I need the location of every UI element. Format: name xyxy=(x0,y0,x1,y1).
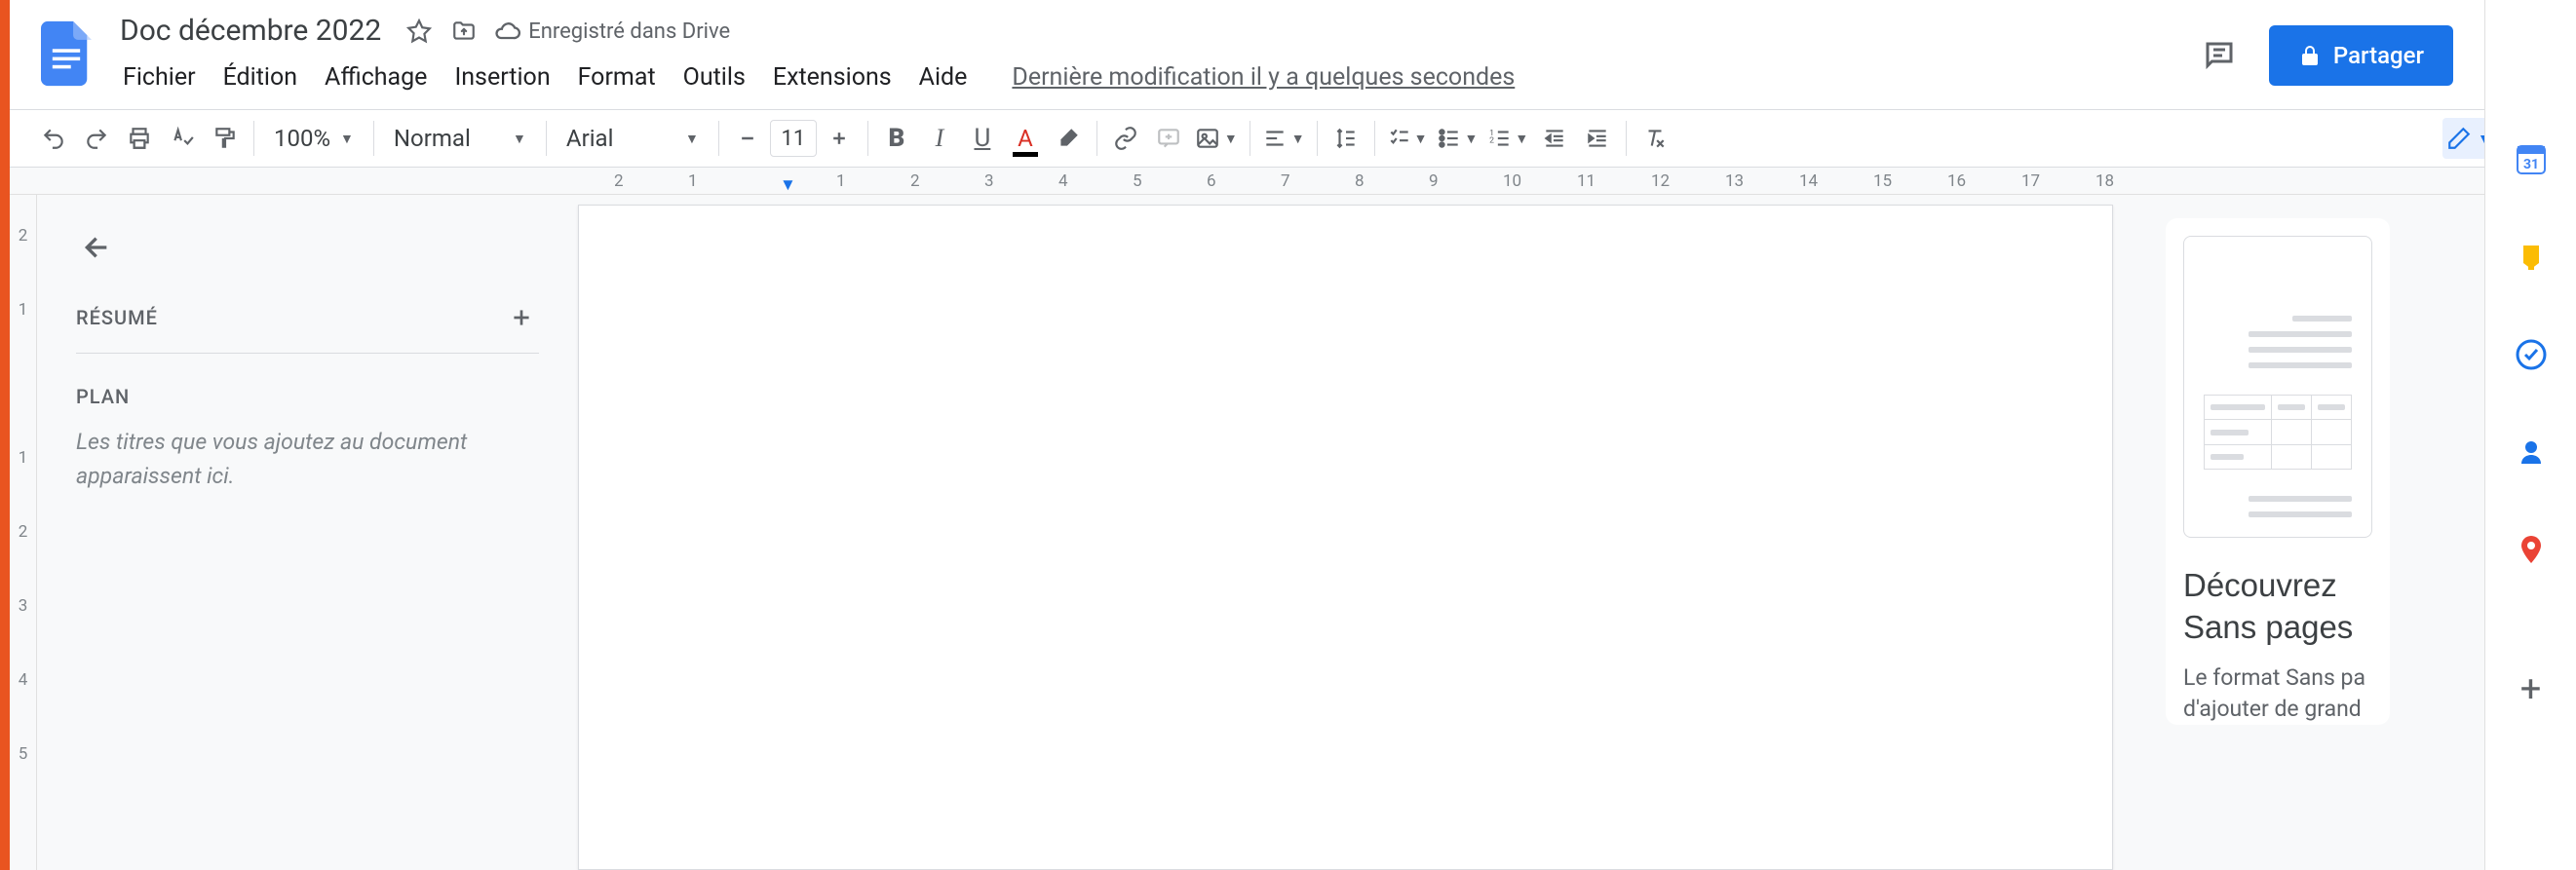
increase-indent-button[interactable] xyxy=(1577,118,1618,159)
menu-edit[interactable]: Édition xyxy=(211,57,309,97)
chevron-down-icon: ▼ xyxy=(1291,131,1305,147)
toolbar: 100%▼ Normal▼ Arial▼ B I U A ▼ ▼ ▼ ▼ 12▼ xyxy=(10,109,2576,168)
separator xyxy=(373,121,374,156)
menubar: Fichier Édition Affichage Insertion Form… xyxy=(111,53,2193,101)
separator xyxy=(1626,121,1627,156)
print-button[interactable] xyxy=(119,118,160,159)
promo-text: Le format Sans pa d'ajouter de grand xyxy=(2183,662,2372,725)
promo-illustration xyxy=(2183,236,2372,538)
chevron-down-icon: ▼ xyxy=(1515,131,1528,147)
line-spacing-button[interactable] xyxy=(1326,118,1366,159)
undo-button[interactable] xyxy=(33,118,74,159)
separator xyxy=(718,121,719,156)
outline-plan-section: PLAN Les titres que vous ajoutez au docu… xyxy=(76,385,539,493)
menu-help[interactable]: Aide xyxy=(907,57,980,97)
document-title[interactable]: Doc décembre 2022 xyxy=(111,11,390,52)
outline-close-button[interactable] xyxy=(76,226,119,269)
separator xyxy=(867,121,868,156)
horizontal-ruler[interactable]: 2 1 1 2 3 4 5 6 7 8 9 10 11 12 13 14 15 … xyxy=(10,168,2576,195)
svg-text:2: 2 xyxy=(1490,135,1495,145)
docs-home-icon[interactable] xyxy=(33,10,99,97)
add-addon-button[interactable]: + xyxy=(2510,668,2553,711)
separator xyxy=(253,121,254,156)
bulleted-list-button[interactable]: ▼ xyxy=(1433,118,1481,159)
svg-text:31: 31 xyxy=(2522,157,2538,172)
paint-format-button[interactable] xyxy=(205,118,246,159)
text-color-button[interactable]: A xyxy=(1005,118,1046,159)
font-select[interactable]: Arial▼ xyxy=(555,118,711,159)
numbered-list-button[interactable]: 12▼ xyxy=(1483,118,1532,159)
zoom-select[interactable]: 100%▼ xyxy=(262,118,365,159)
indent-marker-icon[interactable]: ▼ xyxy=(780,175,796,195)
cloud-icon xyxy=(493,18,520,45)
share-button[interactable]: Partager xyxy=(2269,25,2453,86)
chevron-down-icon: ▼ xyxy=(513,131,526,147)
plan-title: PLAN xyxy=(76,385,539,408)
comment-history-icon[interactable] xyxy=(2193,29,2246,82)
checklist-button[interactable]: ▼ xyxy=(1383,118,1432,159)
menu-format[interactable]: Format xyxy=(566,57,668,97)
font-size-control xyxy=(727,118,860,159)
outline-summary-section: RÉSUMÉ xyxy=(76,300,539,354)
font-size-increase[interactable] xyxy=(819,118,860,159)
add-summary-button[interactable] xyxy=(504,300,539,335)
insert-comment-button[interactable] xyxy=(1148,118,1189,159)
chevron-down-icon: ▼ xyxy=(1224,131,1238,147)
menu-insert[interactable]: Insertion xyxy=(442,57,561,97)
pageless-promo-card[interactable]: Découvrez Sans pages Le format Sans pa d… xyxy=(2166,218,2390,725)
chevron-down-icon: ▼ xyxy=(1464,131,1478,147)
align-button[interactable]: ▼ xyxy=(1258,118,1309,159)
font-size-decrease[interactable] xyxy=(727,118,768,159)
outline-panel: RÉSUMÉ PLAN Les titres que vous ajoutez … xyxy=(37,195,578,870)
title-row: Doc décembre 2022 Enregistré dans Drive xyxy=(111,10,2193,53)
document-page[interactable] xyxy=(578,205,2113,870)
underline-button[interactable]: U xyxy=(962,118,1003,159)
side-apps-panel: 31 + xyxy=(2484,0,2576,870)
chevron-down-icon: ▼ xyxy=(340,131,354,147)
redo-button[interactable] xyxy=(76,118,117,159)
paragraph-style-select[interactable]: Normal▼ xyxy=(382,118,538,159)
separator xyxy=(546,121,547,156)
keep-app-icon[interactable] xyxy=(2510,236,2553,279)
star-icon[interactable] xyxy=(404,16,435,47)
header-main: Doc décembre 2022 Enregistré dans Drive … xyxy=(111,10,2193,101)
lock-icon xyxy=(2298,44,2322,67)
save-status[interactable]: Enregistré dans Drive xyxy=(493,18,730,45)
maps-app-icon[interactable] xyxy=(2510,528,2553,571)
chevron-down-icon: ▼ xyxy=(685,131,699,147)
chevron-down-icon: ▼ xyxy=(1414,131,1428,147)
summary-title: RÉSUMÉ xyxy=(76,306,158,329)
insert-link-button[interactable] xyxy=(1105,118,1146,159)
last-edit-link[interactable]: Dernière modification il y a quelques se… xyxy=(1012,63,1515,92)
decrease-indent-button[interactable] xyxy=(1534,118,1575,159)
outline-placeholder: Les titres que vous ajoutez au document … xyxy=(76,426,539,493)
divider xyxy=(76,353,539,354)
separator xyxy=(1374,121,1375,156)
header: Doc décembre 2022 Enregistré dans Drive … xyxy=(10,0,2576,109)
move-icon[interactable] xyxy=(448,16,480,47)
promo-title: Découvrez Sans pages xyxy=(2183,565,2372,649)
separator xyxy=(1096,121,1097,156)
spellcheck-button[interactable] xyxy=(162,118,203,159)
bold-button[interactable]: B xyxy=(876,118,917,159)
share-label: Partager xyxy=(2333,42,2424,69)
menu-extensions[interactable]: Extensions xyxy=(761,57,904,97)
save-status-text: Enregistré dans Drive xyxy=(528,19,730,44)
content-area: 2 1 1 2 3 4 5 RÉSUMÉ P xyxy=(10,195,2576,870)
tasks-app-icon[interactable] xyxy=(2510,333,2553,376)
menu-view[interactable]: Affichage xyxy=(313,57,439,97)
menu-tools[interactable]: Outils xyxy=(672,57,757,97)
font-size-input[interactable] xyxy=(770,120,817,157)
contacts-app-icon[interactable] xyxy=(2510,431,2553,473)
menu-file[interactable]: Fichier xyxy=(111,57,208,97)
os-sidebar xyxy=(0,0,10,870)
highlight-button[interactable] xyxy=(1048,118,1089,159)
insert-image-button[interactable]: ▼ xyxy=(1191,118,1242,159)
vertical-ruler[interactable]: 2 1 1 2 3 4 5 xyxy=(10,195,37,870)
italic-button[interactable]: I xyxy=(919,118,960,159)
separator xyxy=(1317,121,1318,156)
calendar-app-icon[interactable]: 31 xyxy=(2510,138,2553,181)
clear-formatting-button[interactable] xyxy=(1634,118,1675,159)
